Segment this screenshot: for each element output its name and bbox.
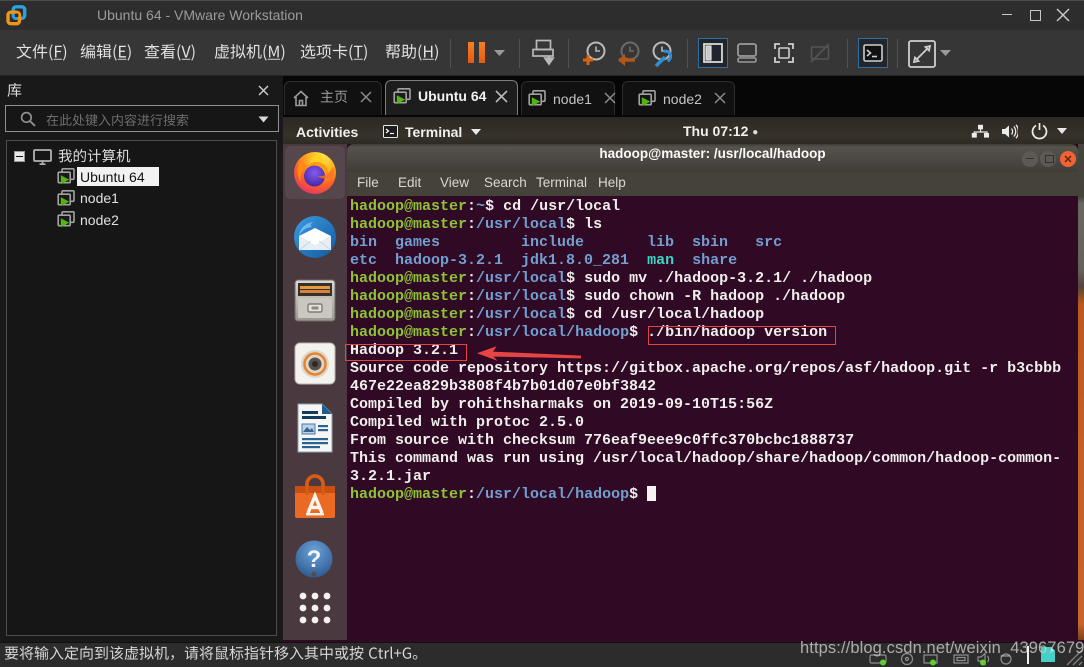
svg-text:?: ?	[307, 546, 322, 573]
